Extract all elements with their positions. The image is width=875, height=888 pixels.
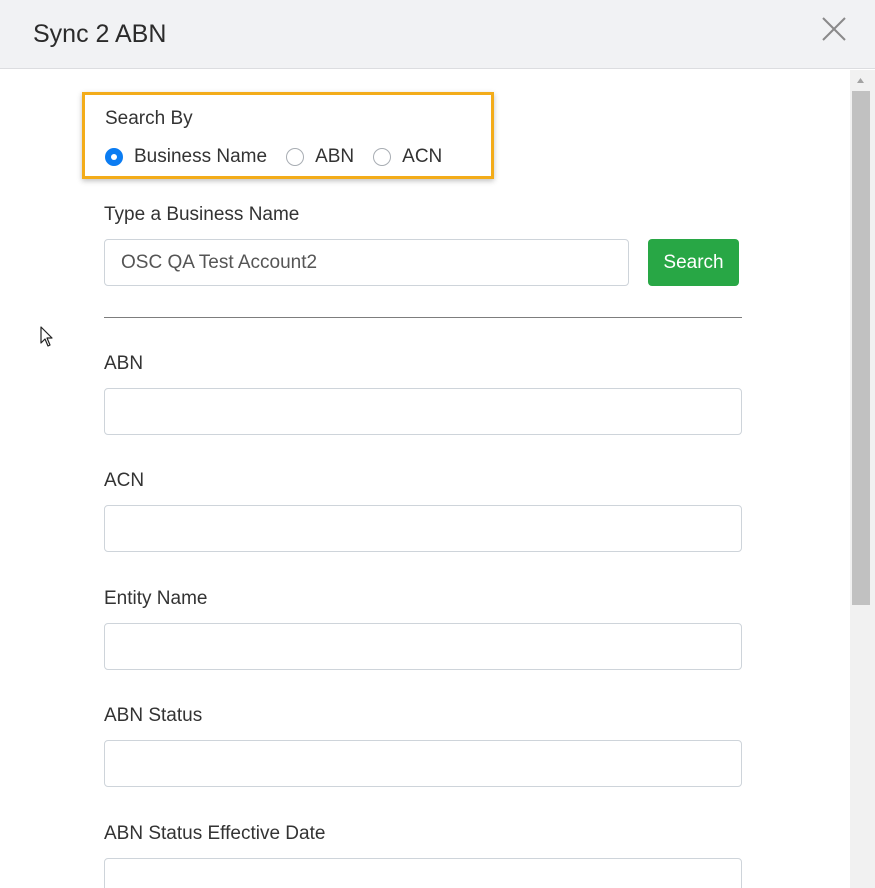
abn-status-label: ABN Status bbox=[104, 705, 203, 726]
dialog-body: Search By Business Name ABN ACN Type a B… bbox=[0, 70, 850, 888]
business-name-label: Type a Business Name bbox=[104, 204, 300, 225]
radio-acn[interactable] bbox=[373, 148, 392, 166]
dialog-header: Sync 2 ABN bbox=[0, 0, 875, 69]
radio-label-business-name: Business Name bbox=[134, 146, 268, 167]
radio-business-name[interactable] bbox=[105, 148, 123, 166]
chevron-up-icon bbox=[857, 78, 864, 83]
abn-status-effective-date-label: ABN Status Effective Date bbox=[104, 823, 326, 844]
acn-input[interactable] bbox=[104, 505, 742, 552]
sync-abn-dialog: Sync 2 ABN Search By Business Name ABN A… bbox=[0, 0, 875, 888]
scrollbar-thumb[interactable] bbox=[852, 91, 870, 605]
radio-option-acn[interactable]: ACN bbox=[373, 145, 442, 169]
search-by-radio-group: Business Name ABN ACN bbox=[105, 145, 461, 169]
entity-name-label: Entity Name bbox=[104, 588, 208, 609]
abn-status-input[interactable] bbox=[104, 740, 742, 787]
radio-option-business-name[interactable]: Business Name bbox=[105, 145, 267, 169]
radio-label-abn: ABN bbox=[315, 146, 355, 167]
search-by-label: Search By bbox=[105, 108, 193, 129]
acn-label: ACN bbox=[104, 470, 145, 491]
abn-status-effective-date-input[interactable] bbox=[104, 858, 742, 888]
scroll-up-button[interactable] bbox=[850, 70, 871, 90]
entity-name-input[interactable] bbox=[104, 623, 742, 670]
section-divider bbox=[104, 317, 742, 318]
business-name-input[interactable] bbox=[104, 239, 629, 286]
search-button[interactable]: Search bbox=[648, 239, 739, 286]
abn-input[interactable] bbox=[104, 388, 742, 435]
dialog-title: Sync 2 ABN bbox=[33, 20, 167, 48]
abn-label: ABN bbox=[104, 353, 144, 374]
vertical-scrollbar[interactable] bbox=[850, 70, 875, 888]
close-icon bbox=[822, 17, 846, 41]
radio-abn[interactable] bbox=[286, 148, 305, 166]
radio-option-abn[interactable]: ABN bbox=[286, 145, 354, 169]
close-button[interactable] bbox=[818, 13, 850, 45]
mouse-pointer-icon bbox=[40, 326, 54, 353]
search-by-group: Search By Business Name ABN ACN bbox=[82, 92, 494, 179]
radio-label-acn: ACN bbox=[402, 146, 443, 167]
